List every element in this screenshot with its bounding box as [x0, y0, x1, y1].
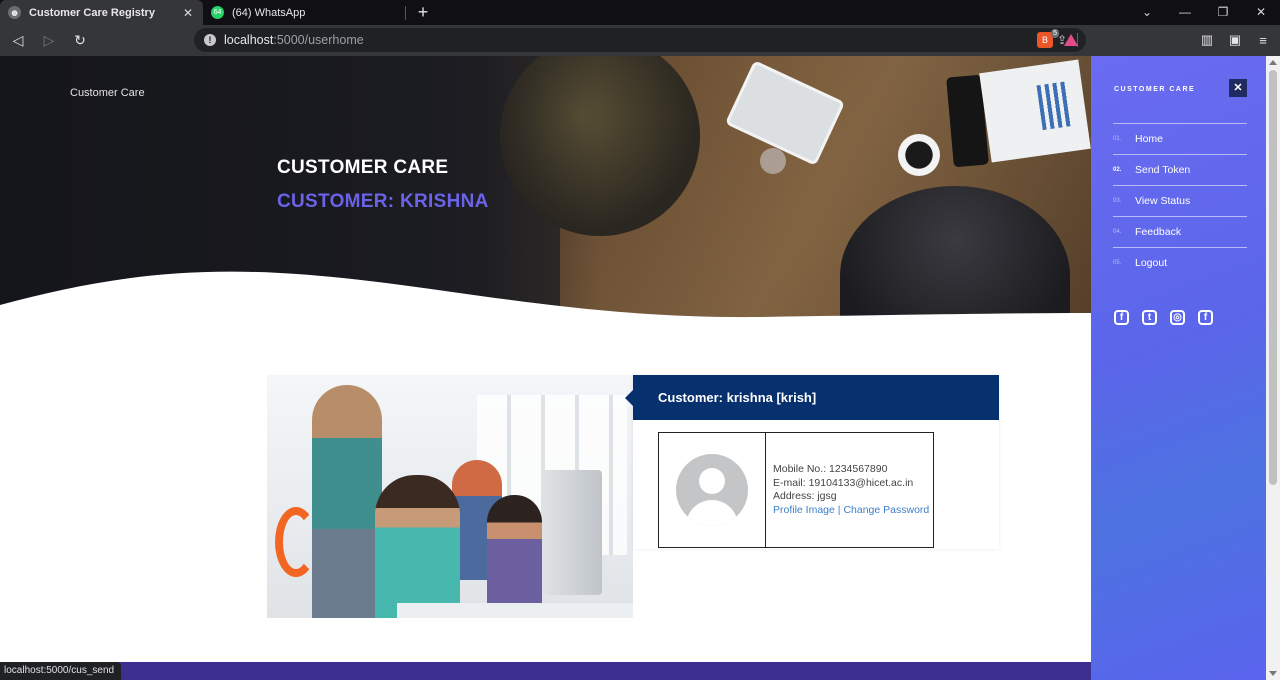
tab-close-icon[interactable]: ✕ [181, 6, 195, 20]
photo-person [312, 385, 382, 618]
menu-number: 01. [1113, 136, 1122, 142]
twitter-icon[interactable]: t [1142, 310, 1157, 325]
menu-icon[interactable]: ≡ [1252, 28, 1274, 52]
photo-person [375, 475, 460, 618]
globe-icon: ◍ [8, 6, 21, 19]
email: E-mail: 19104133@hicet.ac.in [773, 476, 914, 489]
browser-tab-bar: ◍ Customer Care Registry ✕ 64 (64) Whats… [0, 0, 1280, 25]
facebook-icon[interactable]: f [1198, 310, 1213, 325]
profile-links: Profile Image | Change Password [773, 504, 929, 518]
window-controls: ⌄ — ❐ ✕ [1128, 0, 1280, 25]
browser-toolbar: ◁ ▷ ↻ ⌑ ! localhost:5000/userhome ⊖ ⇪ B5… [0, 25, 1280, 56]
maximize-icon[interactable]: ❐ [1204, 0, 1242, 25]
avatar [676, 454, 748, 526]
tab-title: (64) WhatsApp [232, 6, 306, 19]
menu-label: Send Token [1135, 164, 1191, 176]
scrollbar-thumb[interactable] [1269, 70, 1277, 485]
profile-info: Mobile No.: 1234567890 E-mail: 19104133@… [766, 433, 929, 547]
side-menu-list: 01. Home 02. Send Token 03. View Status … [1113, 123, 1247, 278]
site-brand[interactable]: Customer Care [70, 87, 145, 99]
forward-icon[interactable]: ▷ [36, 28, 62, 54]
customer-card: Customer: krishna [krish] Mobile No.: 12… [625, 375, 999, 549]
side-menu: CUSTOMER CARE ✕ 01. Home 02. Send Token … [1091, 56, 1266, 680]
instagram-icon[interactable]: ◎ [1170, 310, 1185, 325]
social-links: f t ◎ f [1114, 310, 1213, 325]
menu-number: 02. [1113, 167, 1122, 173]
page-scrollbar[interactable] [1266, 56, 1280, 680]
sidebar-item-view-status[interactable]: 03. View Status [1113, 185, 1247, 216]
tab-whatsapp[interactable]: 64 (64) WhatsApp [203, 0, 406, 25]
hero-image-cup [898, 134, 940, 176]
whatsapp-icon: 64 [211, 6, 224, 19]
profile-table: Mobile No.: 1234567890 E-mail: 19104133@… [658, 432, 934, 548]
url-path: :5000/userhome [273, 33, 364, 47]
back-icon[interactable]: ◁ [5, 28, 31, 54]
customer-card-heading: Customer: krishna [krish] [625, 375, 999, 420]
footer-strip [0, 662, 1091, 680]
hero-title: CUSTOMER CARE [277, 157, 449, 178]
toolbar-right: ▥ ▣ ≡ [1196, 28, 1274, 52]
brave-rewards-icon[interactable] [1064, 34, 1078, 46]
photo-decor [275, 507, 317, 577]
scroll-up-icon[interactable] [1269, 60, 1277, 65]
wallet-icon[interactable]: ▣ [1224, 28, 1246, 52]
tab-customer-care[interactable]: ◍ Customer Care Registry ✕ [0, 0, 203, 25]
url-text[interactable]: localhost:5000/userhome [224, 33, 364, 47]
scroll-down-icon[interactable] [1269, 671, 1277, 676]
photo-desk [397, 603, 633, 618]
reload-icon[interactable]: ↻ [67, 28, 93, 54]
minimize-icon[interactable]: — [1166, 0, 1204, 25]
brave-badge: 5 [1051, 29, 1059, 38]
menu-number: 04. [1113, 229, 1122, 235]
site-info-icon[interactable]: ! [204, 34, 216, 46]
menu-label: Feedback [1135, 226, 1182, 238]
hero-image-paper [979, 59, 1091, 163]
address: Address: jgsg [773, 490, 837, 502]
menu-label: View Status [1135, 195, 1191, 207]
avatar-cell [659, 433, 766, 547]
sidebar-item-logout[interactable]: 05. Logout [1113, 247, 1247, 278]
side-menu-title: CUSTOMER CARE [1114, 86, 1196, 93]
page-content: Customer Care CUSTOMER CARE CUSTOMER: KR… [0, 56, 1091, 680]
address-bar[interactable]: ! localhost:5000/userhome ⊖ ⇪ [194, 28, 1086, 52]
menu-number: 03. [1113, 198, 1122, 204]
menu-number: 05. [1113, 260, 1122, 266]
menu-label: Logout [1135, 257, 1168, 269]
tab-separator [405, 6, 406, 20]
menu-label: Home [1135, 133, 1164, 145]
hero-image-glass [760, 148, 786, 174]
profile-image-link[interactable]: Profile Image [773, 504, 835, 516]
tab-title: Customer Care Registry [29, 6, 155, 19]
team-photo [267, 375, 633, 618]
mobile-number: Mobile No.: 1234567890 [773, 463, 888, 475]
close-menu-button[interactable]: ✕ [1229, 79, 1247, 97]
photo-person [487, 495, 542, 605]
sidebar-item-feedback[interactable]: 04. Feedback [1113, 216, 1247, 247]
facebook-icon[interactable]: f [1114, 310, 1129, 325]
brave-shields-icon[interactable]: B5 [1037, 29, 1059, 48]
photo-monitor [542, 470, 602, 595]
hero-subtitle: CUSTOMER: KRISHNA [277, 191, 489, 212]
change-password-link[interactable]: Change Password [843, 504, 929, 516]
hero-wave [0, 271, 1091, 341]
new-tab-button[interactable]: + [406, 0, 440, 25]
sidebar-item-send-token[interactable]: 02. Send Token [1113, 154, 1247, 185]
url-host: localhost [224, 33, 274, 47]
tab-search-icon[interactable]: ⌄ [1128, 0, 1166, 25]
status-url: localhost:5000/cus_send [0, 662, 122, 680]
sidebar-icon[interactable]: ▥ [1196, 28, 1218, 52]
close-window-icon[interactable]: ✕ [1242, 0, 1280, 25]
sidebar-item-home[interactable]: 01. Home [1113, 123, 1247, 154]
link-separator: | [837, 503, 841, 516]
